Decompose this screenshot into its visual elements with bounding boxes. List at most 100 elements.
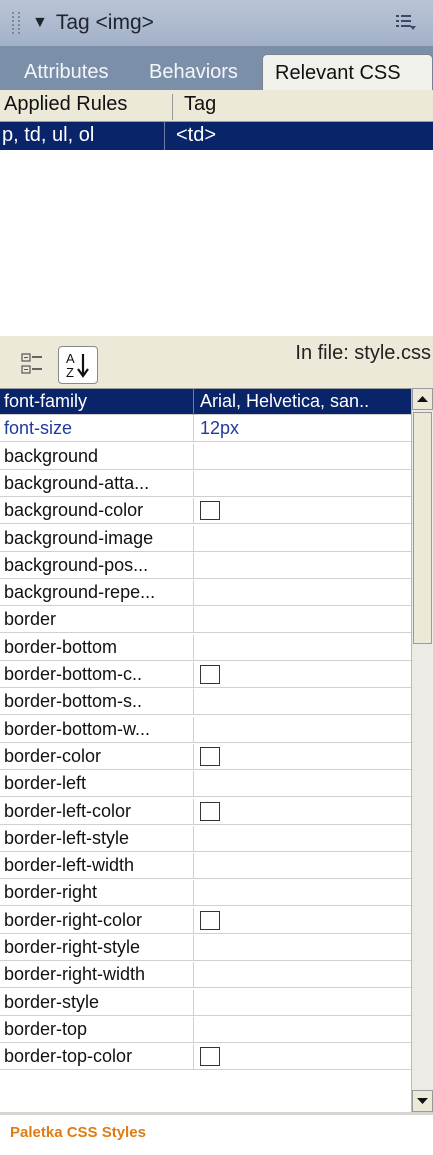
column-divider — [193, 935, 194, 961]
column-divider — [193, 880, 194, 907]
property-name: background-atta... — [4, 472, 150, 493]
column-divider — [193, 607, 194, 634]
svg-text:A: A — [66, 351, 75, 366]
column-divider — [193, 689, 194, 716]
property-name: font-size — [4, 418, 73, 439]
color-swatch-button[interactable] — [200, 501, 220, 521]
category-view-button[interactable] — [12, 346, 52, 384]
applied-rules-list: p, td, ul, ol <td> — [0, 122, 433, 336]
property-row[interactable]: background-atta... — [0, 470, 411, 497]
property-row[interactable]: background-pos... — [0, 552, 411, 579]
rules-table-header: Applied Rules Tag — [0, 90, 433, 122]
panel-grip-icon[interactable] — [12, 12, 20, 34]
color-swatch-button[interactable] — [200, 910, 220, 930]
column-divider — [193, 662, 194, 688]
figure-caption: Paletka CSS Styles — [10, 1124, 146, 1141]
property-row[interactable]: border-right — [0, 880, 411, 907]
options-menu-icon[interactable] — [395, 12, 417, 32]
property-value[interactable]: Arial, Helvetica, san.. — [200, 391, 369, 412]
property-row[interactable]: background-image — [0, 525, 411, 552]
property-row[interactable]: border-bottom-w... — [0, 716, 411, 743]
scroll-up-button[interactable] — [412, 388, 433, 410]
property-row[interactable]: border-left-style — [0, 825, 411, 852]
property-row[interactable]: border-right-color — [0, 907, 411, 934]
tab-behaviors[interactable]: Behaviors — [125, 54, 238, 90]
column-divider — [193, 634, 194, 661]
property-scrollbar[interactable] — [411, 388, 433, 1112]
property-row[interactable]: border-top — [0, 1016, 411, 1043]
color-swatch-button[interactable] — [200, 801, 220, 821]
property-name: border-bottom — [4, 636, 118, 657]
property-grid: font-family Arial, Helvetica, san.. font-s… — [0, 388, 411, 1112]
column-divider — [193, 771, 194, 798]
property-name: border-right-style — [4, 937, 141, 957]
column-divider — [193, 989, 194, 1016]
property-name: border-top — [4, 1018, 88, 1039]
property-row[interactable]: background-color — [0, 498, 411, 525]
scroll-thumb[interactable] — [413, 412, 432, 644]
property-row[interactable]: border-style — [0, 989, 411, 1016]
column-header-applied-rules[interactable]: Applied Rules — [4, 93, 127, 116]
property-row[interactable]: background — [0, 443, 411, 470]
property-row[interactable]: border-left-color — [0, 798, 411, 825]
property-row[interactable]: font-family Arial, Helvetica, san.. — [0, 389, 411, 415]
panel-titlebar[interactable]: ▼ Tag <img> — [0, 0, 433, 46]
rule-row[interactable]: p, td, ul, ol <td> — [0, 122, 433, 150]
property-row[interactable]: border-right-style — [0, 935, 411, 961]
property-name: border-bottom-c.. — [4, 664, 143, 684]
rule-tag: <td> — [176, 124, 217, 146]
source-file-label: In file: style.css — [295, 342, 431, 364]
svg-text:Z: Z — [66, 365, 74, 380]
property-row[interactable]: font-size 12px — [0, 416, 411, 443]
property-name: border-left-style — [4, 827, 130, 848]
property-row[interactable]: border — [0, 607, 411, 634]
panel-title: Tag <img> — [55, 11, 154, 34]
property-name: border-style — [4, 991, 100, 1012]
color-swatch-button[interactable] — [200, 665, 220, 684]
sort-az-button[interactable]: A Z — [58, 346, 98, 384]
scroll-up-icon — [417, 396, 428, 402]
property-name: border-top-color — [4, 1046, 133, 1067]
column-divider — [193, 1044, 194, 1071]
category-view-icon — [21, 353, 42, 374]
scroll-down-button[interactable] — [412, 1090, 433, 1112]
property-row[interactable]: border-bottom — [0, 634, 411, 661]
color-swatch-button[interactable] — [200, 746, 220, 766]
rule-row-divider — [164, 122, 165, 150]
column-divider — [193, 416, 194, 443]
property-name: font-family — [4, 391, 88, 411]
rule-selector: p, td, ul, ol — [2, 124, 95, 146]
property-row[interactable]: border-bottom-c.. — [0, 662, 411, 688]
column-divider — [193, 825, 194, 852]
color-swatch-button[interactable] — [200, 1047, 220, 1067]
tab-attributes[interactable]: Attributes — [0, 54, 108, 90]
column-divider — [193, 743, 194, 770]
column-divider — [193, 525, 194, 552]
column-divider — [193, 853, 194, 880]
property-name: border-right — [4, 882, 98, 903]
property-name: background-pos... — [4, 554, 149, 575]
scroll-down-icon — [417, 1098, 428, 1104]
property-name: border-right-width — [4, 964, 146, 985]
property-row[interactable]: border-bottom-s.. — [0, 689, 411, 716]
expand-triangle-icon[interactable]: ▼ — [32, 14, 48, 32]
property-name: background-color — [4, 500, 144, 521]
property-name: border-bottom-s.. — [4, 691, 143, 712]
column-header-tag[interactable]: Tag — [184, 93, 216, 116]
property-row[interactable]: border-right-width — [0, 962, 411, 989]
property-row[interactable]: border-color — [0, 743, 411, 770]
property-row[interactable]: border-left-width — [0, 853, 411, 880]
property-name: border-color — [4, 745, 102, 766]
property-value[interactable]: 12px — [200, 418, 239, 439]
column-divider — [193, 962, 194, 989]
column-divider — [193, 498, 194, 525]
property-name: border-left-width — [4, 855, 135, 876]
property-row[interactable]: background-repe... — [0, 580, 411, 607]
property-row[interactable]: border-left — [0, 771, 411, 798]
property-toolbar: A Z In file: style.css — [0, 336, 433, 388]
property-row[interactable]: border-top-color — [0, 1044, 411, 1071]
property-name: border-right-color — [4, 909, 143, 930]
tab-relevant-css[interactable]: Relevant CSS — [262, 54, 433, 90]
column-divider[interactable] — [172, 94, 173, 120]
property-name: background — [4, 445, 99, 466]
